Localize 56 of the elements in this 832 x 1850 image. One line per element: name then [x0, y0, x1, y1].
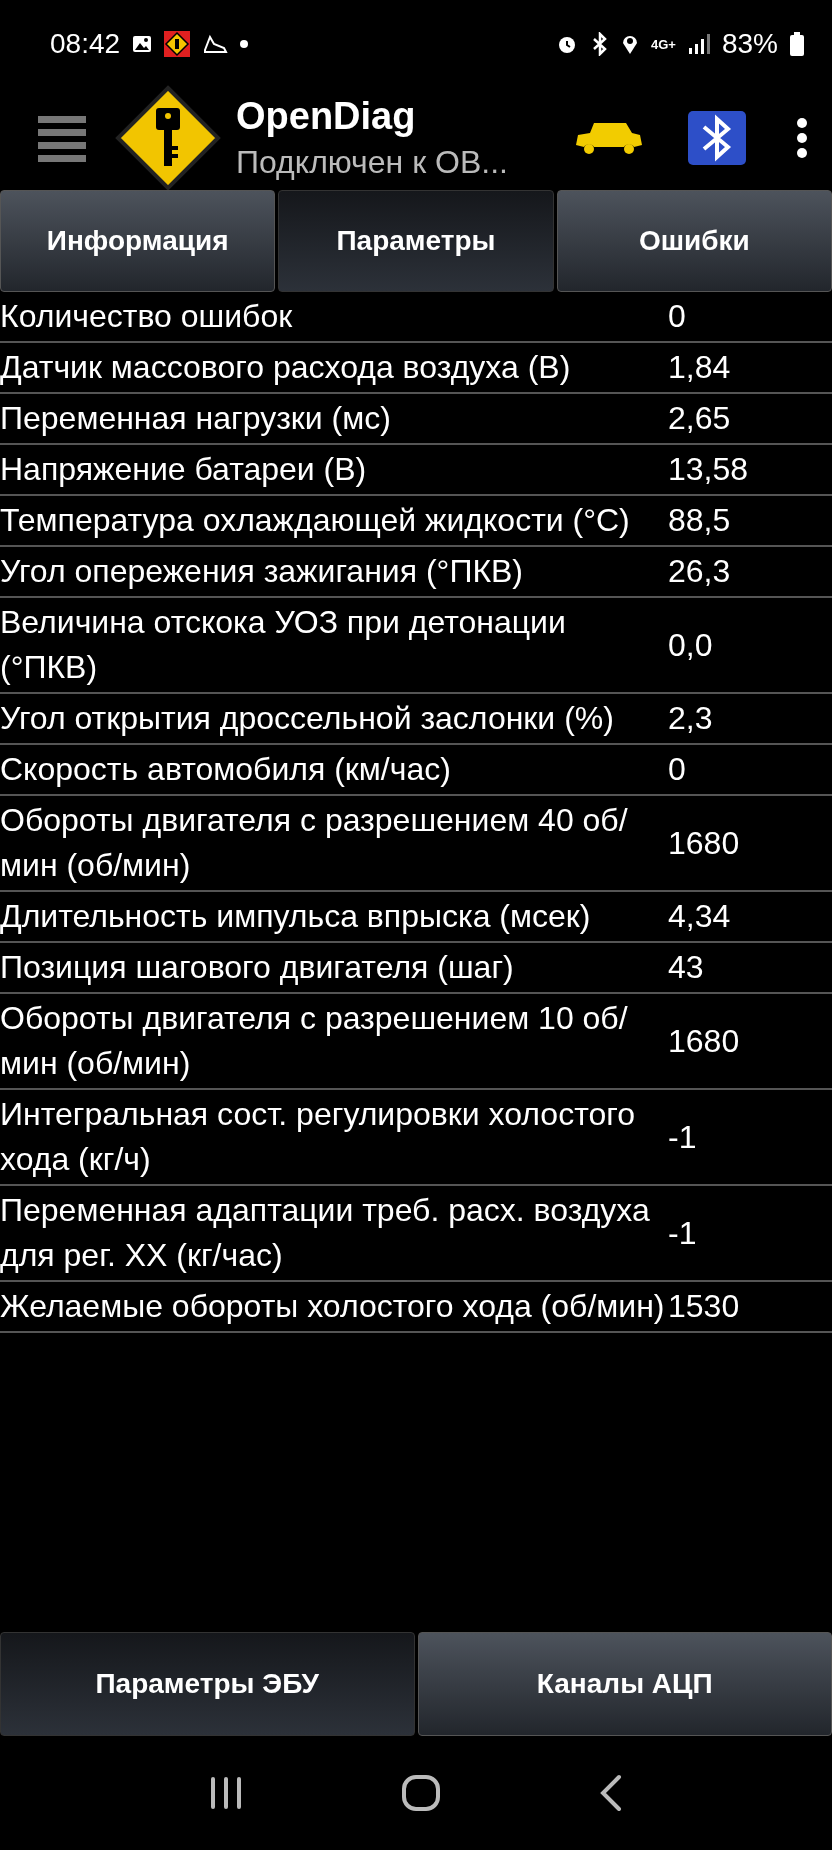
- parameter-name: Скорость автомобиля (км/час): [0, 750, 452, 789]
- tab[interactable]: Каналы АЦП: [417, 1632, 832, 1736]
- bluetooth-adapter-icon[interactable]: [688, 111, 746, 165]
- tab[interactable]: Параметры: [278, 190, 554, 292]
- parameter-name: Желаемые обороты холостого хода (об/мин): [0, 1287, 666, 1326]
- parameter-name: Угол открытия дроссельной заслонки (%): [0, 699, 615, 738]
- parameter-name: Переменная адаптации треб. расх. воздуха для рег. XX (кг/час): [0, 1191, 651, 1275]
- recent-apps-icon[interactable]: [209, 1775, 243, 1811]
- parameter-name: Датчик массового расхода воздуха (В): [0, 348, 572, 387]
- parameter-value: 2,65: [668, 399, 731, 438]
- parameter-name: Переменная нагрузки (мс): [0, 399, 392, 438]
- network-type: 4G+: [651, 36, 676, 52]
- parameter-name: Температура охлаждающей жидкости (°С): [0, 501, 631, 540]
- bluetooth-icon: [591, 32, 609, 56]
- parameter-value: -1: [668, 1117, 697, 1157]
- tab[interactable]: Параметры ЭБУ: [0, 1632, 415, 1736]
- parameter-name: Угол опережения зажигания (°ПКВ): [0, 552, 524, 591]
- parameter-value: 0: [668, 750, 686, 789]
- parameter-name: Величина отскока УОЗ при детонации (°ПКВ): [0, 603, 567, 687]
- back-icon[interactable]: [599, 1774, 623, 1812]
- connection-status: Подключен к OB...: [236, 144, 509, 181]
- parameter-value: 26,3: [668, 552, 731, 591]
- parameter-value: 1530: [668, 1287, 740, 1326]
- clock-time: 08:42: [50, 28, 121, 60]
- parameter-value: -1: [668, 1213, 697, 1253]
- parameter-name: Интегральная сост. регулировки холостого хода (кг/ч): [0, 1095, 636, 1179]
- app-notification-icon: [164, 31, 191, 57]
- shoe-icon: [202, 34, 229, 54]
- dot-icon: [240, 40, 249, 48]
- tab[interactable]: Ошибки: [556, 190, 832, 292]
- parameter-name: Напряжение батареи (В): [0, 450, 368, 489]
- tab[interactable]: Информация: [0, 190, 276, 292]
- home-icon[interactable]: [401, 1774, 441, 1812]
- more-options-icon[interactable]: [796, 118, 808, 158]
- parameter-value: 0,0: [668, 625, 713, 665]
- image-icon: [132, 35, 153, 53]
- signal-icon: [687, 33, 710, 55]
- parameter-name: Позиция шагового двигателя (шаг): [0, 948, 515, 987]
- parameter-value: 13,58: [668, 450, 749, 489]
- car-icon[interactable]: [574, 121, 644, 155]
- parameter-name: Обороты двигателя с разрешением 10 об/мин (об/мин): [0, 999, 629, 1083]
- key-sign-logo-icon: [114, 84, 222, 192]
- parameter-name: Длительность импульса впрыска (мсек): [0, 897, 592, 936]
- parameter-name: Обороты двигателя с разрешением 40 об/мин (об/мин): [0, 801, 629, 885]
- battery-percent: 83%: [721, 28, 778, 60]
- app-title: OpenDiag: [236, 95, 417, 138]
- parameter-value: 1680: [668, 823, 740, 863]
- parameter-value: 1680: [668, 1021, 740, 1061]
- parameter-value: 88,5: [668, 501, 731, 540]
- parameter-value: 2,3: [668, 699, 713, 738]
- parameter-value: 0: [668, 297, 686, 336]
- parameter-value: 1,84: [668, 348, 731, 387]
- battery-icon: [790, 32, 804, 56]
- parameter-value: 4,34: [668, 897, 731, 936]
- parameter-value: 43: [668, 948, 704, 987]
- parameter-name: Количество ошибок: [0, 297, 294, 336]
